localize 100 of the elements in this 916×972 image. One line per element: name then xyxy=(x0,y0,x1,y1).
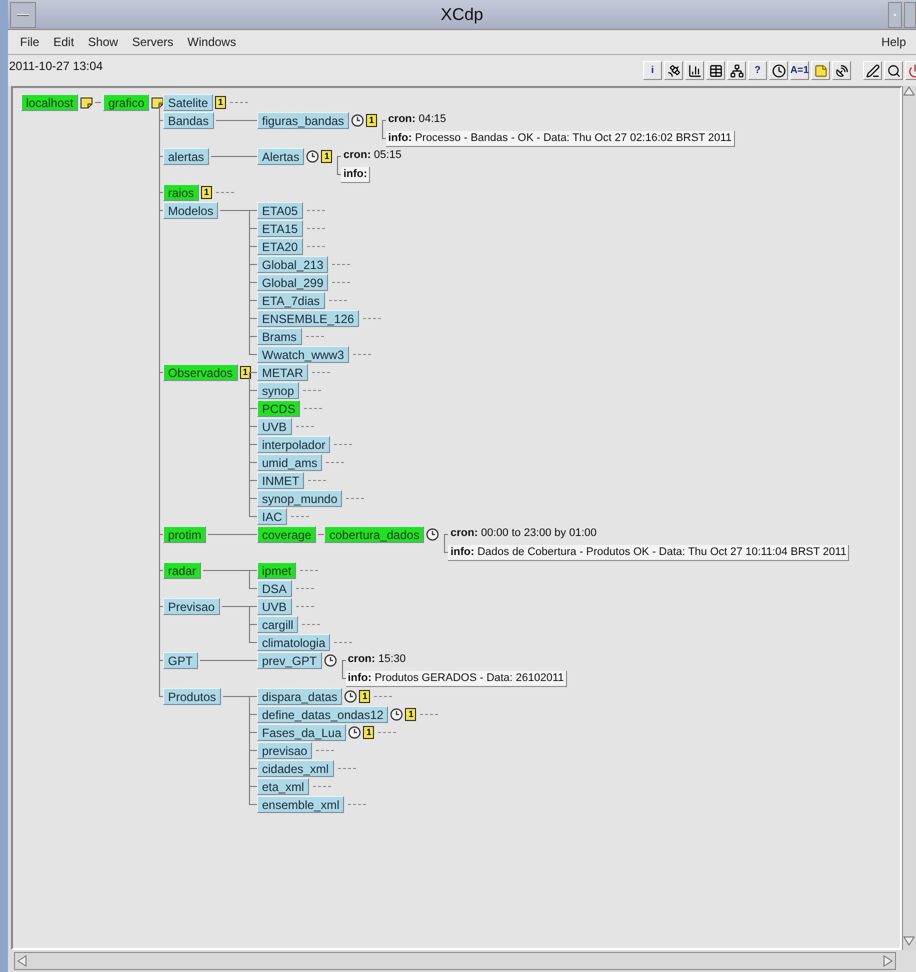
pen-icon[interactable] xyxy=(863,61,882,80)
tree-node[interactable]: Alertas xyxy=(257,148,304,165)
tree-node[interactable]: INMET xyxy=(257,472,304,489)
dashed-line xyxy=(328,300,347,301)
tree-node[interactable]: cidades_xml xyxy=(257,760,334,777)
tree-node[interactable]: umid_ams xyxy=(257,454,322,471)
dashed-line xyxy=(303,390,322,391)
tree-node[interactable]: grafico xyxy=(103,94,150,111)
info-text: info: Produtos GERADOS - Data: 26102011 xyxy=(346,671,567,687)
satellite-dish-icon[interactable] xyxy=(832,61,851,80)
tree-node[interactable]: Global_213 xyxy=(257,256,328,273)
tree-node[interactable]: localhost xyxy=(21,94,78,111)
tree-node[interactable]: Previsao xyxy=(163,598,220,615)
cron-text: cron: 05:15 xyxy=(342,148,402,163)
tree-node[interactable]: ENSEMBLE_126 xyxy=(257,310,360,327)
tree-node[interactable]: Satelite xyxy=(163,94,214,111)
tree-node[interactable]: cobertura_dados xyxy=(324,526,424,543)
satellite-icon[interactable] xyxy=(664,61,683,80)
tree-node[interactable]: DSA xyxy=(257,580,292,597)
vertical-scrollbar[interactable] xyxy=(902,86,916,950)
search-icon[interactable] xyxy=(884,61,903,80)
tree-node[interactable]: ETA05 xyxy=(257,202,303,219)
dashed-line xyxy=(296,588,314,589)
menu-item[interactable]: Windows xyxy=(181,33,242,51)
dashed-line xyxy=(348,804,366,805)
window-title: XCdp xyxy=(440,4,484,26)
dashed-line xyxy=(296,606,314,607)
tree-node[interactable]: Observados xyxy=(163,364,238,381)
tree-node[interactable]: alertas xyxy=(163,148,210,165)
tree-node[interactable]: climatologia xyxy=(257,634,330,651)
clock-icon[interactable] xyxy=(769,61,788,80)
scroll-left-icon[interactable] xyxy=(17,955,27,967)
horizontal-scrollbar[interactable] xyxy=(14,952,896,970)
tree-node[interactable]: coverage xyxy=(257,526,316,543)
tree-node[interactable]: Wwatch_www3 xyxy=(257,346,350,363)
tree-node[interactable]: IAC xyxy=(257,508,288,525)
cron-text: cron: 04:15 xyxy=(387,112,448,127)
count-badge: 1 xyxy=(363,726,374,739)
network-icon[interactable] xyxy=(727,61,746,80)
dashed-line xyxy=(346,498,364,499)
tree-node[interactable]: ensemble_xml xyxy=(257,796,344,813)
dashed-line xyxy=(332,282,350,283)
dashed-line xyxy=(306,228,325,229)
dashed-line xyxy=(420,714,438,715)
help-menu[interactable]: Help xyxy=(877,33,910,51)
tree-node[interactable]: UVB xyxy=(257,598,292,615)
tree-node[interactable]: interpolador xyxy=(257,436,330,453)
dashed-line xyxy=(216,192,234,193)
connector-line xyxy=(95,102,102,103)
menu-item[interactable]: Show xyxy=(82,33,124,51)
menu-item[interactable]: Servers xyxy=(126,33,180,51)
tree-node[interactable]: PCDS xyxy=(257,400,300,417)
tree-node[interactable]: Global_299 xyxy=(257,274,328,291)
tree-node[interactable]: ETA20 xyxy=(257,238,303,255)
menu-item[interactable]: File xyxy=(14,33,46,51)
tree-node[interactable]: protim xyxy=(163,526,206,543)
tree-node[interactable]: ETA15 xyxy=(257,220,303,237)
dashed-line xyxy=(302,624,320,625)
count-badge: 1 xyxy=(359,690,370,703)
scroll-down-icon[interactable] xyxy=(903,936,915,946)
toolbar-button[interactable]: i xyxy=(643,61,662,80)
dashed-line xyxy=(313,786,332,787)
toolbar-button[interactable]: ? xyxy=(748,61,767,80)
scroll-right-icon[interactable] xyxy=(883,955,893,967)
tree-node[interactable]: ETA_7dias xyxy=(257,292,325,309)
dashed-line xyxy=(338,768,356,769)
tree-node[interactable]: Bandas xyxy=(163,112,214,129)
tree-node[interactable]: METAR xyxy=(257,364,308,381)
tree-node[interactable]: eta_xml xyxy=(257,778,310,795)
tree-node[interactable]: GPT xyxy=(163,652,198,669)
tree-node[interactable]: radar xyxy=(163,562,202,579)
tree-node[interactable]: synop_mundo xyxy=(257,490,342,507)
note-icon[interactable] xyxy=(811,61,830,80)
tree-node[interactable]: Modelos xyxy=(163,202,218,219)
tree-node[interactable]: define_datas_ondas12 xyxy=(257,706,388,723)
dashed-line xyxy=(334,642,352,643)
tree-node[interactable]: synop xyxy=(257,382,300,399)
tree-node[interactable]: ipmet xyxy=(257,562,296,579)
tree-node[interactable]: raios xyxy=(163,184,200,201)
dashed-line xyxy=(316,750,334,751)
tree-node[interactable]: Brams xyxy=(257,328,302,345)
dashed-line xyxy=(296,426,314,427)
tree-node[interactable]: Fases_da_Lua xyxy=(257,724,346,741)
datetime-text: 2011-10-27 13:04 xyxy=(8,58,103,75)
dashed-line xyxy=(308,480,326,481)
count-badge: 1 xyxy=(405,708,416,721)
toolbar-button[interactable]: A=1 xyxy=(790,61,809,80)
count-badge: 1 xyxy=(366,114,378,127)
tree-node[interactable]: dispara_datas xyxy=(257,688,342,705)
tree-node[interactable]: Produtos xyxy=(163,688,222,705)
table-icon[interactable] xyxy=(706,61,725,80)
tree-node[interactable]: prev_GPT xyxy=(257,652,322,669)
menu-item[interactable]: Edit xyxy=(47,33,80,51)
dashed-line xyxy=(230,102,248,103)
tree-node[interactable]: cargill xyxy=(257,616,298,633)
count-badge: 1 xyxy=(240,366,251,379)
bar-chart-icon[interactable] xyxy=(685,61,704,80)
tree-node[interactable]: figuras_bandas xyxy=(257,112,350,129)
tree-node[interactable]: previsao xyxy=(257,742,312,759)
tree-node[interactable]: UVB xyxy=(257,418,292,435)
